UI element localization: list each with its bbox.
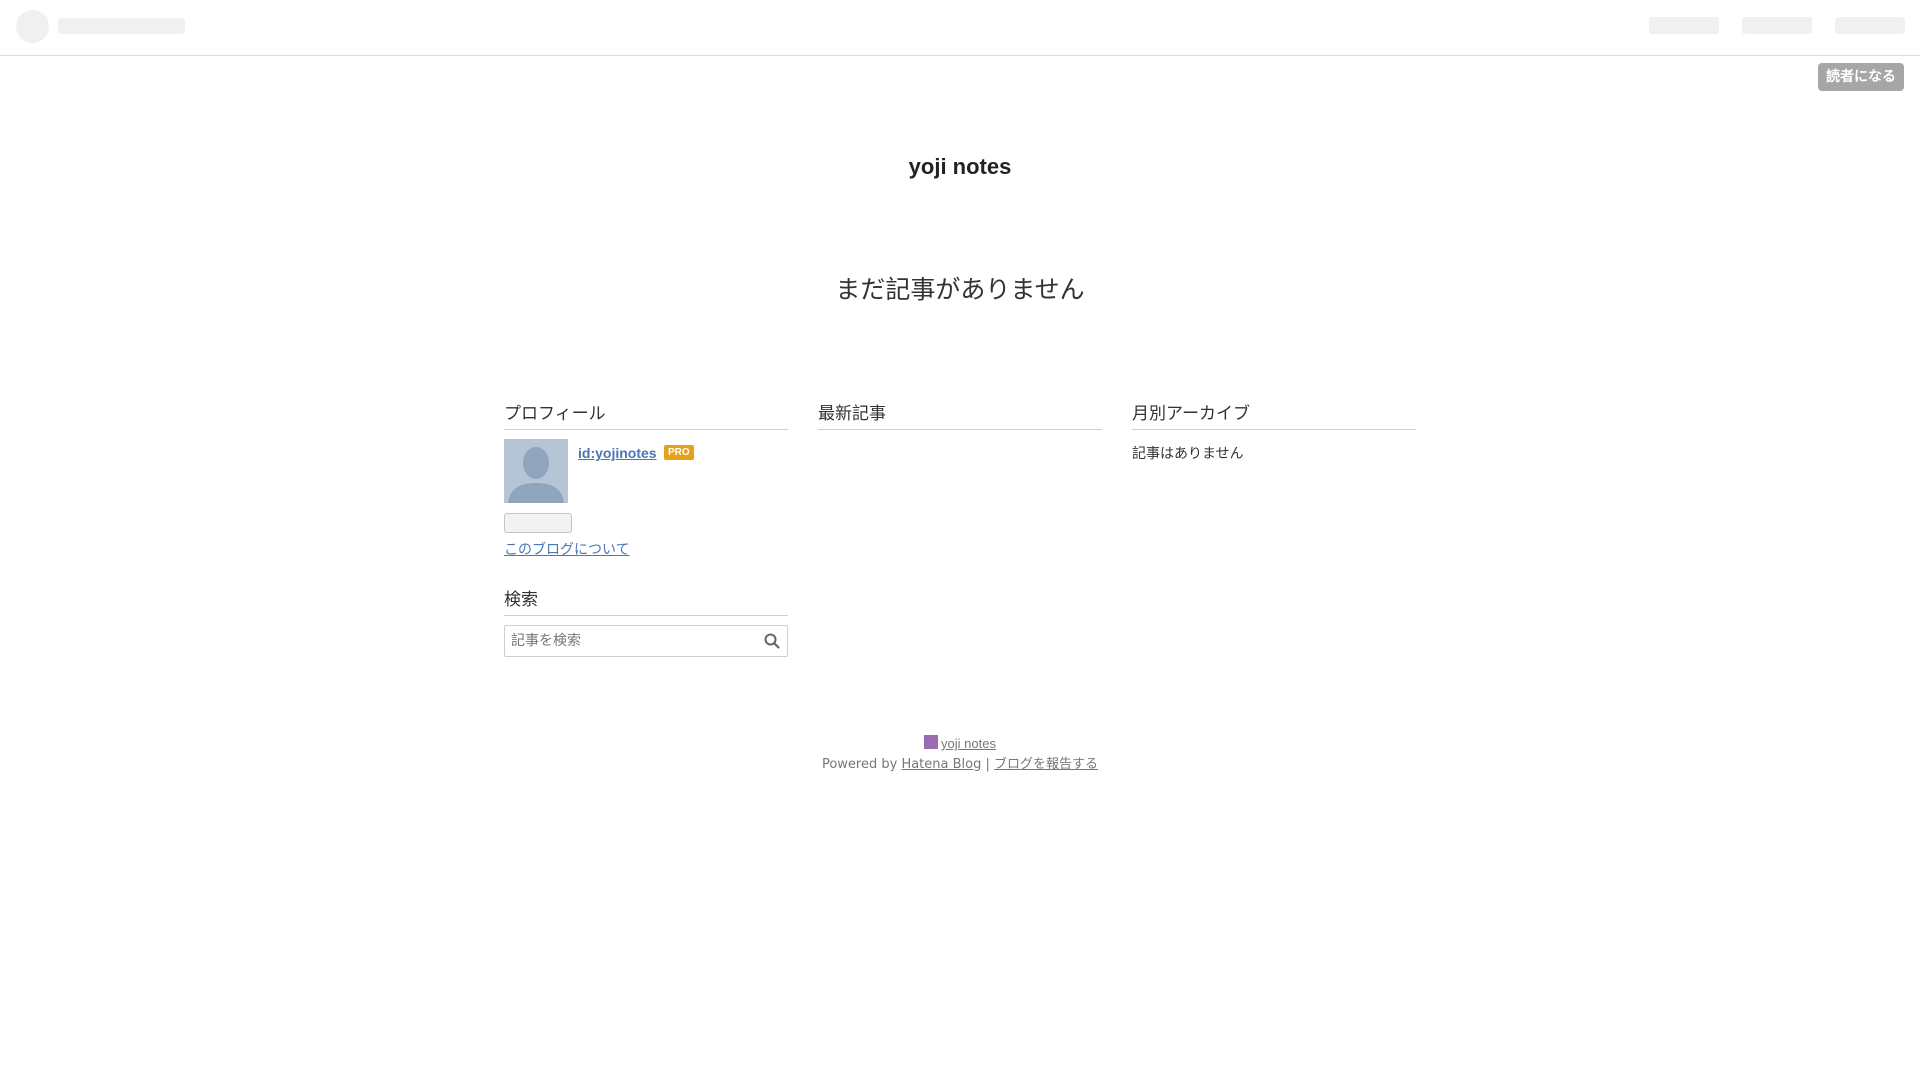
blog-icon <box>924 735 939 749</box>
footer: yoji notes Powered by Hatena Blog | ブログを… <box>0 734 1920 775</box>
powered-by-text: Powered by <box>821 757 898 772</box>
no-entries-message: まだ記事がありません <box>835 275 1085 304</box>
header-menu-placeholder-2 <box>1742 17 1812 34</box>
subscribe-button[interactable]: 読者になる <box>1818 63 1904 91</box>
archive-title: 月別アーカイブ <box>1132 404 1416 430</box>
profile-module-title: プロフィール <box>504 404 788 430</box>
header-title-placeholder <box>58 18 185 34</box>
footer-blog-link[interactable]: yoji notes <box>941 736 996 751</box>
search-input[interactable] <box>505 626 751 656</box>
profile-row: id:yojinotes PRO <box>504 439 788 503</box>
pro-badge: PRO <box>664 445 694 460</box>
default-avatar-icon <box>504 439 568 503</box>
avatar[interactable] <box>504 439 568 503</box>
recent-entries-title: 最新記事 <box>818 404 1102 430</box>
search-icon <box>764 633 780 649</box>
hatena-blog-link[interactable]: Hatena Blog <box>901 757 981 772</box>
search-button[interactable] <box>761 630 783 652</box>
global-header <box>0 0 1920 56</box>
blog-title[interactable]: yoji notes <box>0 154 1920 180</box>
footer-powered-line: Powered by Hatena Blog | ブログを報告する <box>0 755 1920 775</box>
footer-separator: | <box>985 757 990 772</box>
report-blog-link[interactable]: ブログを報告する <box>994 757 1098 772</box>
archive-empty-text: 記事はありません <box>1132 446 1244 462</box>
recent-entries-module: 最新記事 <box>818 404 1102 439</box>
about-blog-link[interactable]: このブログについて <box>504 539 630 559</box>
header-menu-placeholder-1 <box>1649 17 1719 34</box>
search-module: 検索 <box>504 590 788 657</box>
header-avatar-placeholder <box>16 10 49 43</box>
header-menu-placeholder-3 <box>1835 17 1905 34</box>
profile-module: プロフィール id:yojinotes PRO このブログについて <box>504 404 788 559</box>
search-title: 検索 <box>504 590 788 616</box>
footer-blog-line: yoji notes <box>0 734 1920 754</box>
profile-subscribe-button[interactable] <box>504 513 572 533</box>
archive-module: 月別アーカイブ 記事はありません <box>1132 404 1416 463</box>
profile-user-id-link[interactable]: id:yojinotes <box>578 445 657 461</box>
search-box <box>504 625 788 657</box>
